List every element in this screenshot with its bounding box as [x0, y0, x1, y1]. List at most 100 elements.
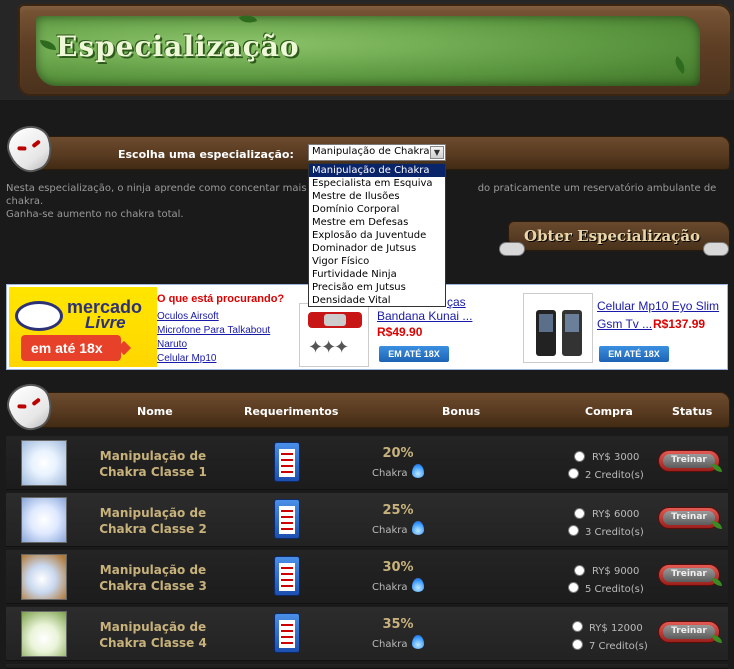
page-title: Especialização	[56, 30, 300, 63]
specialization-selected-value: Manipulação de Chakra	[312, 146, 430, 157]
pay-ry-radio[interactable]	[574, 451, 585, 462]
dropdown-option[interactable]: Mestre em Defesas	[309, 216, 445, 229]
dropdown-option[interactable]: Mestre de Ilusões	[309, 190, 445, 203]
pay-ry-radio[interactable]	[574, 508, 585, 519]
specialization-label: Escolha uma especialização:	[118, 148, 294, 161]
obter-especializacao-button[interactable]: Obter Especialização	[500, 217, 730, 257]
table-row: Manipulação de Chakra Classe 2 25% Chakra…	[6, 493, 728, 547]
treinar-label: Treinar	[671, 569, 707, 579]
technique-thumbnail	[21, 554, 67, 600]
chakra-flame-icon	[412, 521, 424, 535]
bonus-percent: 35%	[382, 617, 414, 632]
ad-link[interactable]: Naruto	[157, 339, 187, 350]
promo-text: em até 18x	[31, 340, 103, 356]
bonus-stat: Chakra	[372, 525, 408, 536]
price-credit: 7 Credito(s)	[589, 641, 648, 652]
ad-link[interactable]: Celular Mp10	[157, 353, 216, 364]
header-requerimentos: Requerimentos	[244, 405, 339, 418]
treinar-button[interactable]: Treinar	[658, 619, 722, 647]
checklist-icon[interactable]	[274, 613, 300, 653]
dropdown-option[interactable]: Vigor Físico	[309, 255, 445, 268]
checklist-icon[interactable]	[274, 499, 300, 539]
technique-thumbnail	[21, 440, 67, 486]
dropdown-option[interactable]: Dominador de Jutsus	[309, 242, 445, 255]
dropdown-option[interactable]: Especialista em Esquiva	[309, 177, 445, 190]
header-status: Status	[672, 405, 713, 418]
price-ry: RY$ 6000	[592, 509, 640, 520]
technique-name: Manipulação de Chakra Classe 1	[99, 449, 207, 479]
checklist-icon[interactable]	[274, 556, 300, 596]
mercado-livre-logo[interactable]: mercado Livre em até 18x	[9, 287, 157, 367]
bonus-stat: Chakra	[372, 582, 408, 593]
product-price: R$49.90	[377, 325, 423, 339]
bonus-stat: Chakra	[372, 639, 408, 650]
pay-credit-radio[interactable]	[568, 525, 579, 536]
technique-thumbnail	[21, 611, 67, 657]
product-price: R$137.99	[653, 317, 706, 331]
product-title[interactable]: Gsm Tv ...	[597, 317, 652, 331]
product-image-phone[interactable]	[523, 293, 593, 363]
treinar-label: Treinar	[671, 512, 707, 522]
ad-link[interactable]: Oculos Airsoft	[157, 311, 219, 322]
dropdown-option[interactable]: Precisão em Jutsus	[309, 281, 445, 294]
header-compra: Compra	[585, 405, 633, 418]
table-row: Manipulação de Chakra Classe 1 20% Chakra…	[6, 436, 728, 490]
pay-credit-radio[interactable]	[572, 639, 583, 650]
price-ry: RY$ 3000	[592, 452, 640, 463]
description-line1-start: Nesta especialização, o ninja aprende co…	[6, 183, 328, 194]
table-row: Manipulação de Chakra Classe 3 30% Chakra…	[6, 550, 728, 604]
chakra-flame-icon	[412, 464, 424, 478]
treinar-label: Treinar	[671, 455, 707, 465]
specialization-dropdown-list[interactable]: Manipulação de Chakra Especialista em Es…	[308, 163, 446, 307]
treinar-button[interactable]: Treinar	[658, 505, 722, 533]
pay-ry-radio[interactable]	[574, 565, 585, 576]
dropdown-option[interactable]: Manipulação de Chakra	[309, 164, 445, 177]
price-credit: 2 Credito(s)	[585, 470, 644, 481]
price-ry: RY$ 9000	[592, 566, 640, 577]
table-row: Manipulação de Chakra Classe 4 35% Chakra…	[6, 607, 728, 661]
product-title[interactable]: Bandana Kunai ...	[377, 309, 472, 323]
price-credit: 3 Credito(s)	[585, 527, 644, 538]
treinar-button[interactable]: Treinar	[658, 562, 722, 590]
pay-credit-radio[interactable]	[568, 468, 579, 479]
checklist-icon[interactable]	[274, 442, 300, 482]
product-title[interactable]: ças	[447, 295, 466, 309]
chakra-flame-icon	[412, 578, 424, 592]
treinar-label: Treinar	[671, 626, 707, 636]
bonus-percent: 25%	[382, 503, 414, 518]
promo-badge: em até 18x	[21, 335, 132, 361]
table-row-partial	[6, 664, 728, 669]
specialization-select[interactable]: Manipulação de Chakra ▼	[308, 144, 446, 161]
price-credit: 5 Credito(s)	[585, 584, 644, 595]
handshake-icon	[15, 301, 63, 331]
page-banner: Especialização	[0, 0, 734, 100]
description-line2: Ganha-se aumento no chakra total.	[6, 209, 184, 220]
treinar-button[interactable]: Treinar	[658, 448, 722, 476]
bonus-percent: 20%	[382, 446, 414, 461]
technique-name: Manipulação de Chakra Classe 2	[99, 506, 207, 536]
chakra-flame-icon	[412, 635, 424, 649]
price-ry: RY$ 12000	[589, 623, 643, 634]
ad-link[interactable]: Microfone Para Talkabout	[157, 325, 270, 336]
obter-button-label: Obter Especialização	[524, 227, 701, 245]
header-nome: Nome	[137, 405, 173, 418]
dropdown-option[interactable]: Domínio Corporal	[309, 203, 445, 216]
ad-search-question: O que está procurando?	[157, 293, 285, 305]
dropdown-option[interactable]: Explosão da Juventude	[309, 229, 445, 242]
technique-name: Manipulação de Chakra Classe 3	[99, 563, 207, 593]
header-bonus: Bonus	[442, 405, 481, 418]
bonus-stat: Chakra	[372, 468, 408, 479]
installment-button[interactable]: EM ATÉ 18X	[379, 346, 449, 362]
pay-credit-radio[interactable]	[568, 582, 579, 593]
chevron-down-icon[interactable]: ▼	[430, 146, 444, 159]
brand-line2: Livre	[85, 313, 126, 332]
pay-ry-radio[interactable]	[572, 621, 583, 632]
technique-name: Manipulação de Chakra Classe 4	[99, 620, 207, 650]
table-header: Nome Requerimentos Bonus Compra Status	[0, 380, 734, 434]
cloud-icon	[704, 243, 728, 255]
dropdown-option[interactable]: Furtividade Ninja	[309, 268, 445, 281]
product-title[interactable]: Celular Mp10 Eyo Slim	[597, 299, 719, 313]
dropdown-option[interactable]: Densidade Vital	[309, 294, 445, 307]
product-image-bandana[interactable]: ✦✦✦	[299, 303, 369, 367]
installment-button[interactable]: EM ATÉ 18X	[599, 346, 669, 362]
